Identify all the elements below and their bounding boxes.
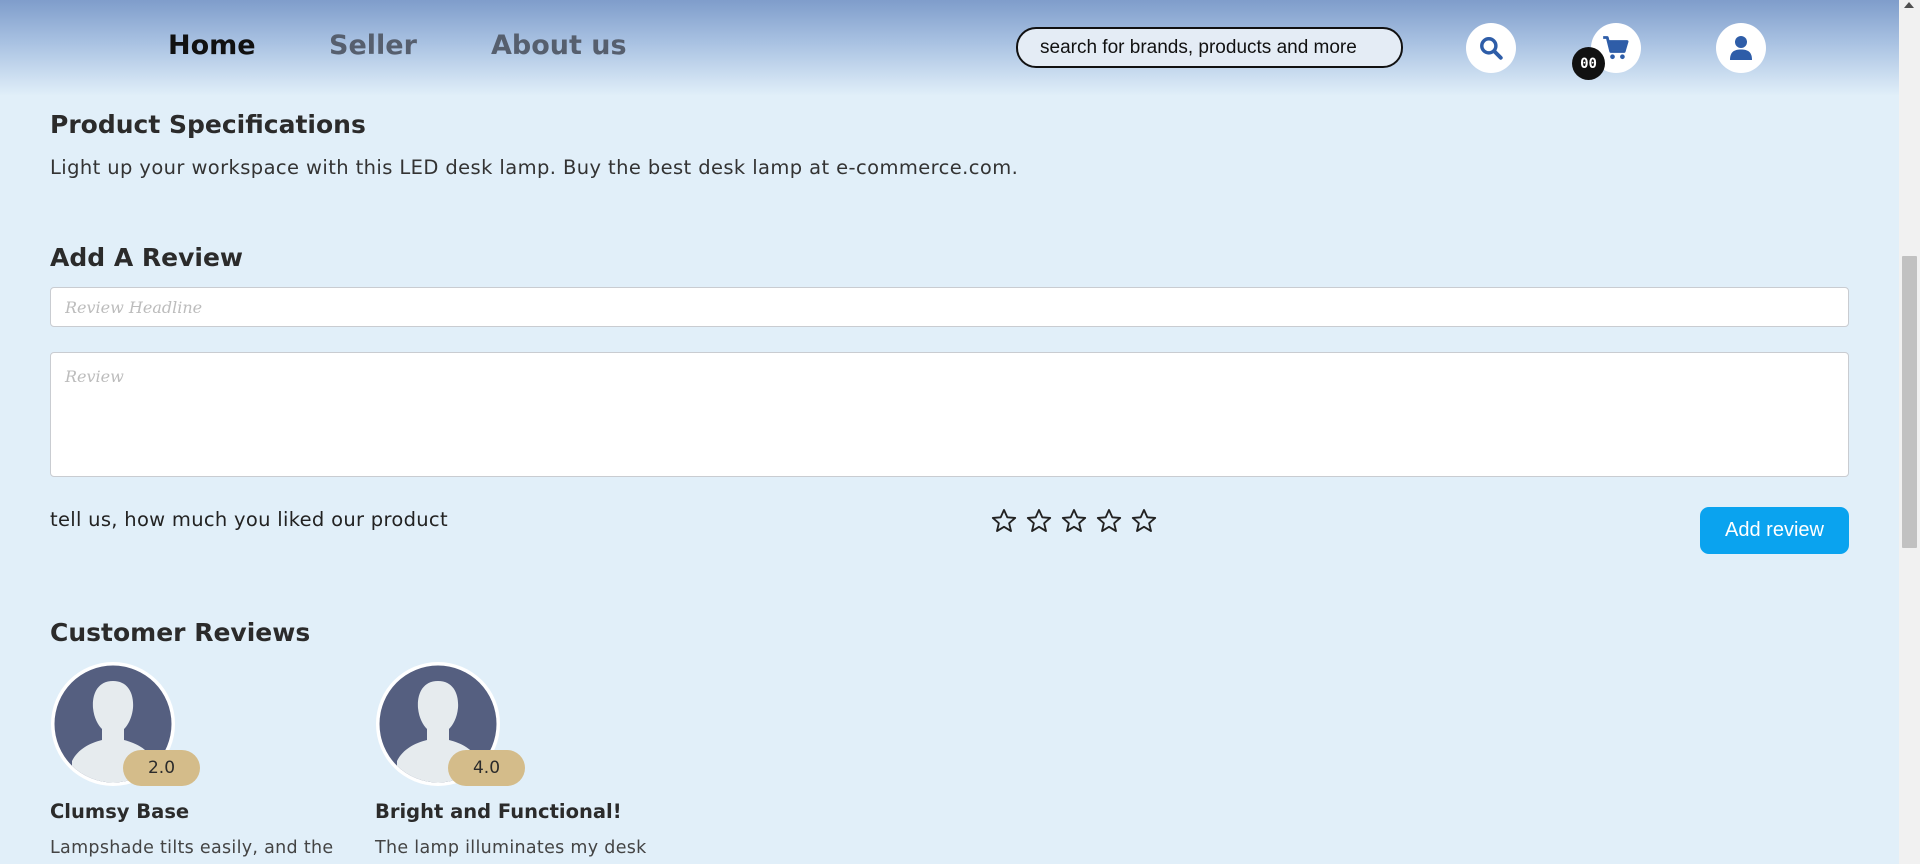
- nav-home-link[interactable]: Home: [168, 30, 256, 61]
- avatar: 2.0: [50, 661, 200, 787]
- review-body: Lampshade tilts easily, and the: [50, 838, 334, 858]
- customer-reviews-heading: Customer Reviews: [50, 618, 311, 647]
- review-headline: Clumsy Base: [50, 800, 190, 823]
- review-card: 4.0 Bright and Functional! The lamp illu…: [375, 661, 675, 858]
- cart-icon: [1603, 36, 1629, 60]
- star-2-icon[interactable]: [1025, 507, 1053, 535]
- add-review-button[interactable]: Add review: [1700, 507, 1849, 554]
- scrollbar-thumb[interactable]: [1902, 256, 1917, 548]
- scroll-up-arrow-icon[interactable]: [1904, 2, 1914, 8]
- star-1-icon[interactable]: [990, 507, 1018, 535]
- review-headline-input[interactable]: [50, 287, 1849, 327]
- star-4-icon[interactable]: [1095, 507, 1123, 535]
- rating-prompt-text: tell us, how much you liked our product: [50, 508, 448, 531]
- avatar: 4.0: [375, 661, 525, 787]
- review-card: 2.0 Clumsy Base Lampshade tilts easily, …: [50, 661, 350, 858]
- user-icon: [1730, 36, 1752, 60]
- star-rating-input: [990, 507, 1158, 535]
- review-textarea[interactable]: [50, 352, 1849, 477]
- review-headline: Bright and Functional!: [375, 800, 622, 823]
- rating-badge: 4.0: [448, 750, 525, 786]
- search-button[interactable]: [1466, 23, 1516, 73]
- specifications-heading: Product Specifications: [50, 110, 366, 139]
- cart-count-badge: 00: [1572, 47, 1605, 80]
- star-3-icon[interactable]: [1060, 507, 1088, 535]
- top-navbar: Home Seller About us 00: [0, 0, 1899, 96]
- add-review-heading: Add A Review: [50, 243, 244, 272]
- rating-badge: 2.0: [123, 750, 200, 786]
- search-icon: [1480, 37, 1503, 60]
- search-input[interactable]: [1016, 27, 1403, 68]
- star-5-icon[interactable]: [1130, 507, 1158, 535]
- nav-about-link[interactable]: About us: [491, 30, 627, 61]
- user-account-button[interactable]: [1716, 23, 1766, 73]
- nav-seller-link[interactable]: Seller: [329, 30, 417, 61]
- review-body: The lamp illuminates my desk: [375, 838, 647, 858]
- specifications-text: Light up your workspace with this LED de…: [50, 156, 1019, 179]
